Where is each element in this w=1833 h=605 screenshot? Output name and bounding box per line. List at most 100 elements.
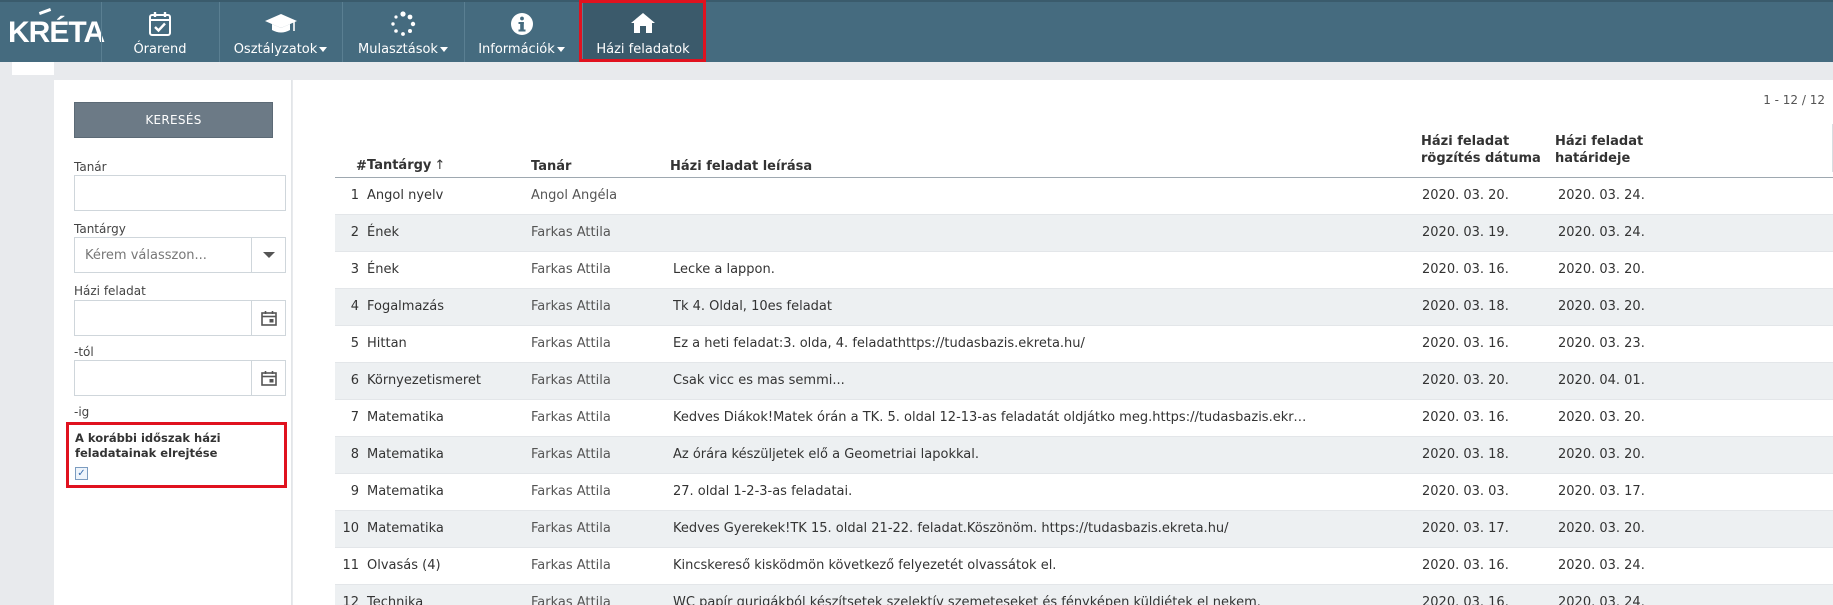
cell-description: 27. oldal 1-2-3-as feladatai. xyxy=(673,484,853,499)
nav-item-osztalyzatok[interactable]: Osztályzatok xyxy=(219,2,341,62)
cell-teacher: Farkas Attila xyxy=(531,373,611,388)
cell-num: 1 xyxy=(350,188,359,203)
header-teacher[interactable]: Tanár xyxy=(531,158,571,175)
from-date-input[interactable] xyxy=(74,300,286,336)
calendar-icon[interactable] xyxy=(251,361,285,395)
top-navbar: KRÉTA Órarend Osztályzatok Mulasztások I… xyxy=(0,0,1833,62)
cell-teacher: Farkas Attila xyxy=(531,299,611,314)
table-row[interactable]: 10 Matematika Farkas Attila Kedves Gyerekek… xyxy=(335,511,1833,548)
calendar-icon[interactable] xyxy=(251,301,285,335)
cell-recorded-date: 2020. 03. 03. xyxy=(1422,484,1509,499)
cell-recorded-date: 2020. 03. 16. xyxy=(1422,336,1509,351)
teacher-input[interactable] xyxy=(74,175,286,211)
cell-due-date: 2020. 03. 20. xyxy=(1558,447,1645,462)
cell-subject: Fogalmazás xyxy=(367,299,444,314)
cell-teacher: Farkas Attila xyxy=(531,262,611,277)
left-strip xyxy=(12,62,54,75)
cell-teacher: Farkas Attila xyxy=(531,484,611,499)
cell-recorded-date: 2020. 03. 16. xyxy=(1422,558,1509,573)
cell-subject: Ének xyxy=(367,225,399,240)
cell-due-date: 2020. 03. 23. xyxy=(1558,336,1645,351)
cell-subject: Ének xyxy=(367,262,399,277)
cell-due-date: 2020. 03. 20. xyxy=(1558,299,1645,314)
cell-description: Csak vicc es mas semmi... xyxy=(673,373,845,388)
table-row[interactable]: 7 Matematika Farkas Attila Kedves Diákok!Ma… xyxy=(335,400,1833,437)
cell-recorded-date: 2020. 03. 20. xyxy=(1422,373,1509,388)
nav-label: Információk xyxy=(478,42,555,57)
cell-num: 9 xyxy=(350,484,359,499)
logo-text: KRÉTA xyxy=(8,16,105,49)
cell-subject: Olvasás (4) xyxy=(367,558,441,573)
cell-num: 6 xyxy=(350,373,359,388)
kreta-logo[interactable]: KRÉTA xyxy=(8,8,105,50)
cell-due-date: 2020. 04. 01. xyxy=(1558,373,1645,388)
subject-label: Tantárgy xyxy=(74,222,126,236)
cell-teacher: Farkas Attila xyxy=(531,447,611,462)
table-row[interactable]: 3 Ének Farkas Attila Lecke a lappon. 2020. 0… xyxy=(335,252,1833,289)
sort-ascending-icon: ↑ xyxy=(434,158,446,173)
cell-teacher: Farkas Attila xyxy=(531,595,611,605)
header-description[interactable]: Házi feladat leírása xyxy=(670,158,812,175)
table-row[interactable]: 12 Technika Farkas Attila WC papír gurigákb… xyxy=(335,585,1833,605)
table-row[interactable]: 9 Matematika Farkas Attila 27. oldal 1-2-3-… xyxy=(335,474,1833,511)
cell-num: 7 xyxy=(350,410,359,425)
cell-due-date: 2020. 03. 20. xyxy=(1558,410,1645,425)
table-row[interactable]: 8 Matematika Farkas Attila Az órára készülj… xyxy=(335,437,1833,474)
table-row[interactable]: 2 Ének Farkas Attila 2020. 03. 19. 2020. 03.… xyxy=(335,215,1833,252)
header-subject[interactable]: Tantárgy ↑ xyxy=(367,157,445,174)
nav-item-orarend[interactable]: Órarend xyxy=(101,2,218,62)
cell-description: Kincskereső kisködmön következő felyezet… xyxy=(673,558,1057,573)
teacher-label: Tanár xyxy=(74,160,107,174)
to-suffix-label: -ig xyxy=(74,405,90,419)
table-row[interactable]: 11 Olvasás (4) Farkas Attila Kincskereső ki… xyxy=(335,548,1833,585)
search-button[interactable]: KERESÉS xyxy=(74,102,273,138)
cell-due-date: 2020. 03. 24. xyxy=(1558,558,1645,573)
cell-description: Tk 4. Oldal, 10es feladat xyxy=(673,299,832,314)
header-recorded-date[interactable]: Házi feladat rögzítés dátuma xyxy=(1421,133,1541,167)
nav-item-mulasztasok[interactable]: Mulasztások xyxy=(342,2,463,62)
info-circle-icon xyxy=(465,11,578,37)
cell-num: 11 xyxy=(342,558,359,573)
table-row[interactable]: 4 Fogalmazás Farkas Attila Tk 4. Oldal, 10e… xyxy=(335,289,1833,326)
subject-placeholder: Kérem válasszon... xyxy=(85,248,207,263)
cell-teacher: Farkas Attila xyxy=(531,521,611,536)
cell-num: 3 xyxy=(350,262,359,277)
cell-recorded-date: 2020. 03. 18. xyxy=(1422,299,1509,314)
filter-sidebar: KERESÉS Tanár Tantárgy Kérem válasszon..… xyxy=(54,80,292,605)
table-row[interactable]: 5 Hittan Farkas Attila Ez a heti feladat:3… xyxy=(335,326,1833,363)
cell-due-date: 2020. 03. 24. xyxy=(1558,595,1645,605)
nav-label: Mulasztások xyxy=(358,42,438,57)
cell-subject: Matematika xyxy=(367,410,444,425)
spinner-dots-icon xyxy=(343,11,463,37)
hide-previous-label: A korábbi időszak házi feladatainak elre… xyxy=(75,431,221,460)
header-num: # xyxy=(356,159,367,174)
cell-teacher: Angol Angéla xyxy=(531,188,618,203)
nav-item-hazi-feladatok[interactable]: Házi feladatok xyxy=(582,2,703,62)
nav-label: Házi feladatok xyxy=(596,42,690,57)
hide-previous-checkbox[interactable]: ✓ xyxy=(75,467,88,480)
table-row[interactable]: 6 Környezetismeret Farkas Attila Csak vicc … xyxy=(335,363,1833,400)
header-due-date[interactable]: Házi feladat határideje xyxy=(1555,133,1643,167)
chevron-down-icon xyxy=(439,47,448,52)
from-suffix-label: -tól xyxy=(74,345,94,359)
cell-num: 8 xyxy=(350,447,359,462)
main-content: 1 - 12 / 12 # Tantárgy ↑ Tanár Házi felad… xyxy=(293,80,1833,605)
cell-recorded-date: 2020. 03. 16. xyxy=(1422,595,1509,605)
cell-subject: Matematika xyxy=(367,484,444,499)
cell-description: Kedves Diákok!Matek órán a TK. 5. oldal … xyxy=(673,410,1313,425)
cell-recorded-date: 2020. 03. 17. xyxy=(1422,521,1509,536)
table-row[interactable]: 1 Angol nyelv Angol Angéla 2020. 03. 20. 202… xyxy=(335,178,1833,215)
pager-info: 1 - 12 / 12 xyxy=(1763,93,1825,107)
chevron-down-icon[interactable] xyxy=(251,238,285,272)
cell-num: 5 xyxy=(350,336,359,351)
cell-description: Lecke a lappon. xyxy=(673,262,775,277)
to-date-input[interactable] xyxy=(74,360,286,396)
cell-recorded-date: 2020. 03. 20. xyxy=(1422,188,1509,203)
cell-teacher: Farkas Attila xyxy=(531,225,611,240)
header-due-line2: határideje xyxy=(1555,151,1631,166)
graduation-cap-icon xyxy=(220,11,341,37)
subject-select[interactable]: Kérem válasszon... xyxy=(74,237,286,273)
header-recorded-line1: Házi feladat xyxy=(1421,134,1510,149)
homework-table: # Tantárgy ↑ Tanár Házi feladat leírása H… xyxy=(335,124,1833,605)
nav-item-informaciok[interactable]: Információk xyxy=(464,2,578,62)
